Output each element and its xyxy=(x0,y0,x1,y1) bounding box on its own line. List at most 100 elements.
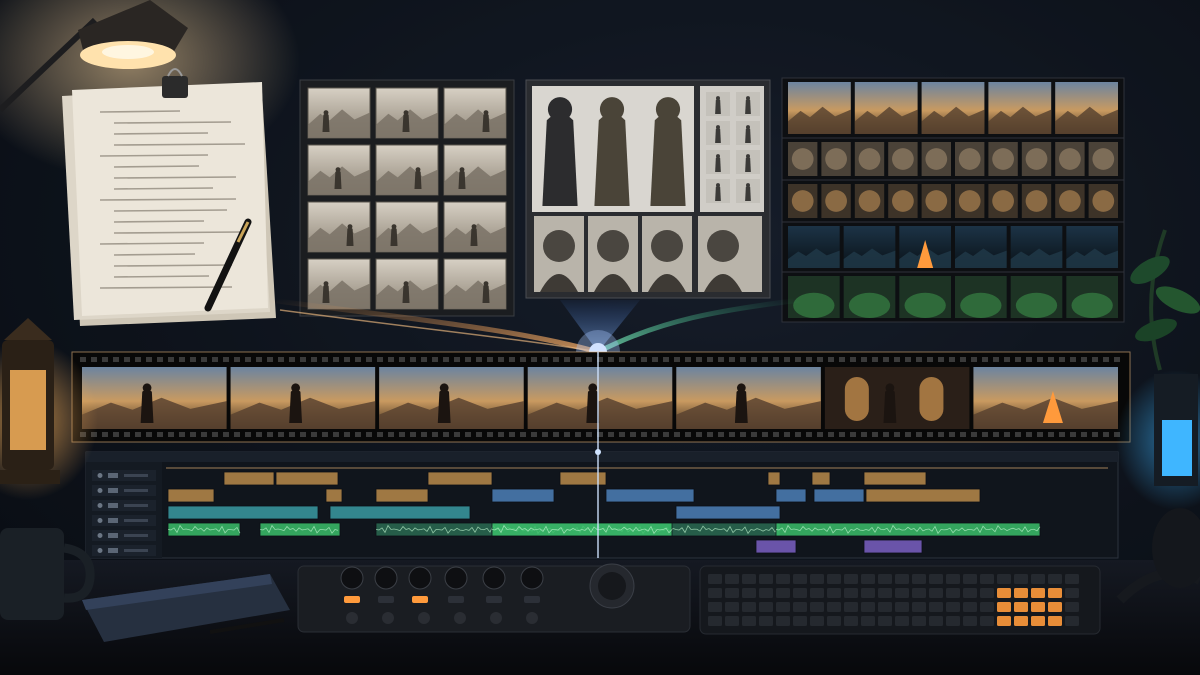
keyboard-key xyxy=(946,574,960,584)
editing-workspace-scene xyxy=(0,0,1200,675)
keyboard-key xyxy=(1031,574,1045,584)
keyboard-key xyxy=(980,602,994,612)
timeline-clip xyxy=(559,471,607,486)
asset-thumbnail xyxy=(854,142,885,176)
asset-thumbnail xyxy=(1055,142,1085,176)
storyboard-frame xyxy=(375,258,439,310)
keyboard-key xyxy=(742,602,756,612)
asset-thumbnail xyxy=(788,142,818,176)
timeline-clip xyxy=(813,488,865,503)
asset-thumbnail xyxy=(821,142,851,176)
keyboard-key xyxy=(929,602,943,612)
keyboard-key xyxy=(1031,616,1045,626)
storyboard-frame xyxy=(375,144,439,196)
keyboard-key xyxy=(878,616,892,626)
asset-thumbnail xyxy=(921,184,951,218)
keyboard-key xyxy=(1048,574,1062,584)
timeline-clip xyxy=(223,471,275,486)
control-surface xyxy=(297,563,691,633)
keyboard-key xyxy=(1065,588,1079,598)
keyboard-key xyxy=(810,602,824,612)
keyboard xyxy=(699,565,1101,635)
keyboard-key xyxy=(1065,602,1079,612)
keyboard-key xyxy=(861,574,875,584)
costume-detail xyxy=(706,92,730,116)
keyboard-key xyxy=(759,588,773,598)
keyboard-key xyxy=(929,616,943,626)
asset-thumbnail xyxy=(1088,142,1118,176)
script-pages xyxy=(62,82,276,326)
keyboard-key xyxy=(759,602,773,612)
film-frame xyxy=(82,367,227,429)
track-header xyxy=(92,470,156,481)
keyboard-key xyxy=(1014,616,1028,626)
film-frame xyxy=(230,367,376,429)
keyboard-key xyxy=(844,602,858,612)
keyboard-key xyxy=(793,574,807,584)
storyboard-frame xyxy=(375,87,439,139)
asset-thumbnail xyxy=(955,226,1007,268)
timeline-clip xyxy=(767,471,781,486)
storyboard-frame xyxy=(307,87,371,139)
asset-thumbnail xyxy=(788,276,840,318)
storyboard-frame xyxy=(307,258,371,310)
timeline-clip xyxy=(811,471,831,486)
keyboard-key xyxy=(997,602,1011,612)
storyboard-frame xyxy=(443,201,507,253)
track-header xyxy=(92,515,156,526)
timeline-clip xyxy=(275,471,339,486)
timeline-clip xyxy=(775,488,807,503)
keyboard-key xyxy=(844,574,858,584)
keyboard-key xyxy=(878,602,892,612)
keyboard-key xyxy=(827,574,841,584)
keyboard-key xyxy=(912,616,926,626)
keyboard-key xyxy=(946,602,960,612)
track-header xyxy=(92,545,156,556)
asset-thumbnail xyxy=(955,142,985,176)
keyboard-key xyxy=(793,602,807,612)
asset-thumbnail xyxy=(1088,184,1118,218)
keyboard-key xyxy=(708,602,722,612)
keyboard-key xyxy=(1031,602,1045,612)
storyboard-frame xyxy=(443,87,507,139)
keyboard-key xyxy=(912,574,926,584)
asset-thumbnail xyxy=(788,226,840,268)
timeline-clip xyxy=(863,471,927,486)
keyboard-key xyxy=(827,616,841,626)
control-button xyxy=(490,612,502,624)
keyboard-key xyxy=(793,588,807,598)
timeline-clip xyxy=(325,488,343,503)
control-button xyxy=(526,612,538,624)
keyboard-key xyxy=(725,588,739,598)
keyboard-key xyxy=(708,588,722,598)
character-sheet-panel xyxy=(525,79,771,299)
character-closeup xyxy=(642,216,692,292)
track-header xyxy=(92,530,156,541)
asset-thumbnail xyxy=(988,184,1018,218)
keyboard-key xyxy=(1065,574,1079,584)
costume-detail xyxy=(706,150,730,174)
control-button xyxy=(454,612,466,624)
asset-thumbnail xyxy=(921,82,985,134)
keyboard-key xyxy=(844,616,858,626)
asset-thumbnail xyxy=(1010,226,1063,268)
keyboard-key xyxy=(946,616,960,626)
timeline-clip xyxy=(427,471,493,486)
track-header xyxy=(92,500,156,511)
asset-thumbnail xyxy=(821,184,851,218)
keyboard-key xyxy=(861,588,875,598)
asset-thumbnail xyxy=(955,184,985,218)
storyboard-frame xyxy=(443,258,507,310)
keyboard-key xyxy=(1048,588,1062,598)
keyboard-key xyxy=(929,588,943,598)
keyboard-key xyxy=(1048,602,1062,612)
asset-strip xyxy=(781,77,1125,139)
keyboard-key xyxy=(1014,602,1028,612)
asset-thumbnail xyxy=(1055,82,1118,134)
costume-detail xyxy=(736,121,760,145)
costume-detail xyxy=(736,150,760,174)
timeline-clip xyxy=(329,505,471,520)
control-button xyxy=(418,612,430,624)
keyboard-key xyxy=(742,574,756,584)
timeline-clip xyxy=(259,522,341,537)
